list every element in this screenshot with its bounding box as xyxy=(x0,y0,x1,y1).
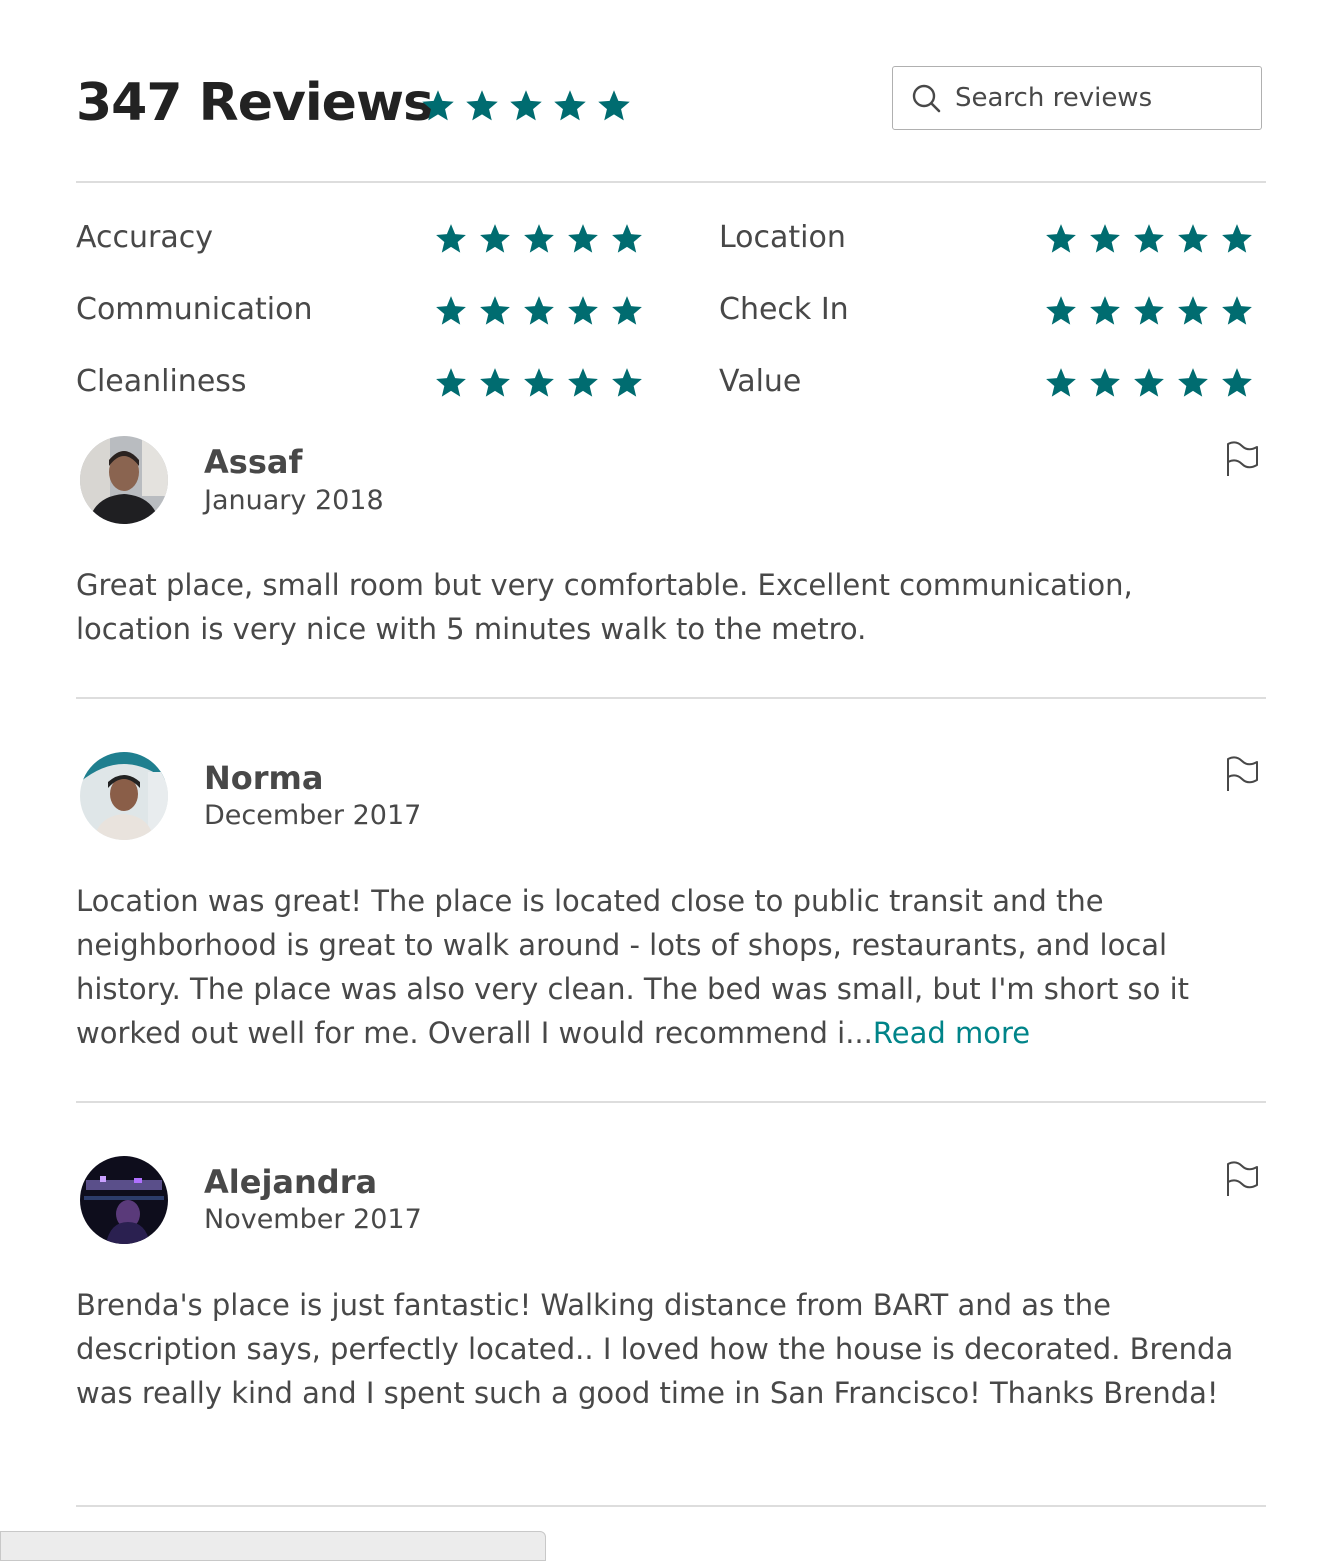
avatar[interactable] xyxy=(80,752,168,840)
star-icon xyxy=(568,224,598,253)
bottom-panel-tab[interactable] xyxy=(0,1531,546,1561)
review-text: Location was great! The place is located… xyxy=(76,879,1256,1055)
star-icon xyxy=(1178,224,1208,253)
star-icon xyxy=(510,90,542,121)
star-icon xyxy=(568,368,598,397)
search-box[interactable] xyxy=(892,66,1262,130)
category-stars-check-in xyxy=(1044,294,1254,328)
category-label-check-in: Check In xyxy=(719,292,849,327)
review-text-body: Great place, small room but very comfort… xyxy=(76,568,1133,646)
star-icon xyxy=(1046,368,1076,397)
category-label-communication: Communication xyxy=(76,292,313,327)
star-icon xyxy=(1178,368,1208,397)
star-icon xyxy=(1090,296,1120,325)
review-text: Brenda's place is just fantastic! Walkin… xyxy=(76,1283,1256,1415)
star-icon xyxy=(480,224,510,253)
category-label-value: Value xyxy=(719,364,802,399)
star-icon xyxy=(436,368,466,397)
star-icon xyxy=(1222,224,1252,253)
review-text-body: Brenda's place is just fantastic! Walkin… xyxy=(76,1288,1234,1410)
flag-icon[interactable] xyxy=(1224,438,1260,478)
star-icon xyxy=(466,90,498,121)
category-label-cleanliness: Cleanliness xyxy=(76,364,247,399)
star-icon xyxy=(1090,224,1120,253)
star-icon xyxy=(612,296,642,325)
star-icon xyxy=(1090,368,1120,397)
star-icon xyxy=(436,224,466,253)
star-icon xyxy=(480,368,510,397)
category-label-location: Location xyxy=(719,220,846,255)
divider xyxy=(76,1505,1266,1507)
divider xyxy=(76,1101,1266,1103)
page-title: 347 Reviews xyxy=(76,73,434,133)
star-icon xyxy=(524,368,554,397)
read-more-link[interactable]: Read more xyxy=(873,1016,1030,1050)
avatar[interactable] xyxy=(80,1156,168,1244)
reviewer-name[interactable]: Assaf xyxy=(204,443,302,481)
star-icon xyxy=(1222,296,1252,325)
category-stars-value xyxy=(1044,366,1254,400)
divider xyxy=(76,181,1266,183)
star-icon xyxy=(598,90,630,121)
flag-icon[interactable] xyxy=(1224,753,1260,793)
flag-icon[interactable] xyxy=(1224,1158,1260,1198)
star-icon xyxy=(1134,368,1164,397)
star-icon xyxy=(1134,296,1164,325)
reviewer-name[interactable]: Norma xyxy=(204,759,323,797)
star-icon xyxy=(524,224,554,253)
star-icon xyxy=(612,224,642,253)
category-stars-location xyxy=(1044,222,1254,256)
category-stars-communication xyxy=(434,294,644,328)
star-icon xyxy=(480,296,510,325)
star-icon xyxy=(554,90,586,121)
star-icon xyxy=(436,296,466,325)
star-icon xyxy=(524,296,554,325)
search-icon xyxy=(912,84,941,113)
avatar[interactable] xyxy=(80,436,168,524)
star-icon xyxy=(422,90,454,121)
divider xyxy=(76,697,1266,699)
category-stars-cleanliness xyxy=(434,366,644,400)
star-icon xyxy=(612,368,642,397)
overall-rating-stars xyxy=(420,88,632,124)
star-icon xyxy=(568,296,598,325)
category-label-accuracy: Accuracy xyxy=(76,220,213,255)
star-icon xyxy=(1222,368,1252,397)
review-date: December 2017 xyxy=(204,800,422,831)
star-icon xyxy=(1134,224,1164,253)
star-icon xyxy=(1046,224,1076,253)
review-date: November 2017 xyxy=(204,1204,422,1235)
star-icon xyxy=(1178,296,1208,325)
category-stars-accuracy xyxy=(434,222,644,256)
review-date: January 2018 xyxy=(204,485,384,516)
reviewer-name[interactable]: Alejandra xyxy=(204,1163,377,1201)
search-input[interactable] xyxy=(953,82,1237,114)
review-text: Great place, small room but very comfort… xyxy=(76,563,1256,651)
star-icon xyxy=(1046,296,1076,325)
